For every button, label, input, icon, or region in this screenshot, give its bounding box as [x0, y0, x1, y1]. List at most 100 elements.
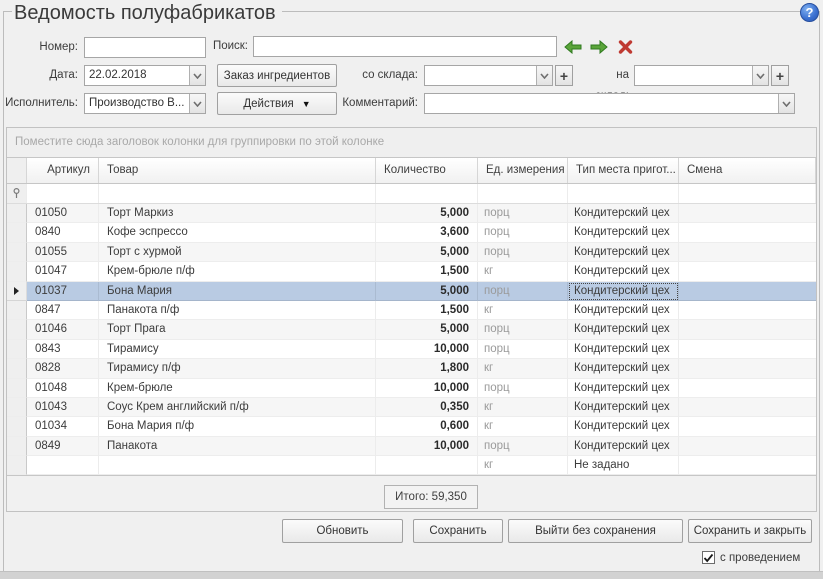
date-picker[interactable]: 22.02.2018	[84, 65, 206, 86]
cell-place-type[interactable]: Кондитерский цех	[568, 301, 679, 320]
cell-article[interactable]: 0828	[27, 359, 99, 378]
help-icon[interactable]: ?	[800, 3, 819, 22]
cell-unit[interactable]: порц	[478, 437, 568, 456]
cell-product[interactable]: Кофе эспрессо	[99, 223, 376, 242]
filter-cell-place-type[interactable]	[568, 184, 679, 203]
cell-article[interactable]: 01050	[27, 204, 99, 223]
order-ingredients-button[interactable]: Заказ ингредиентов	[217, 64, 337, 87]
cell-place-type[interactable]: Не задано	[568, 456, 679, 475]
column-header-quantity[interactable]: Количество	[376, 158, 478, 183]
table-row[interactable]: 01050Торт Маркиз5,000порцКондитерский це…	[7, 204, 816, 223]
cell-article[interactable]: 0849	[27, 437, 99, 456]
cell-shift[interactable]	[679, 417, 816, 436]
cell-unit[interactable]: порц	[478, 282, 568, 301]
table-row[interactable]: 01048Крем-брюле10,000порцКондитерский це…	[7, 379, 816, 398]
cell-product[interactable]: Торт с хурмой	[99, 243, 376, 262]
cell-quantity[interactable]: 1,800	[376, 359, 478, 378]
table-row[interactable]: 0828Тирамису п/ф1,800кгКондитерский цех	[7, 359, 816, 378]
from-store-select[interactable]	[424, 65, 553, 86]
table-row[interactable]: 01037Бона Мария5,000порцКондитерский цех	[7, 282, 816, 301]
cell-unit[interactable]: порц	[478, 340, 568, 359]
comment-select[interactable]	[424, 93, 795, 114]
cell-place-type[interactable]: Кондитерский цех	[568, 437, 679, 456]
refresh-button[interactable]: Обновить	[282, 519, 403, 543]
cell-article[interactable]: 01047	[27, 262, 99, 281]
cell-product[interactable]: Крем-брюле	[99, 379, 376, 398]
clear-search-icon[interactable]	[615, 38, 635, 55]
table-row[interactable]: 0847Панакота п/ф1,500кгКондитерский цех	[7, 301, 816, 320]
column-header-shift[interactable]: Смена	[679, 158, 816, 183]
search-next-arrow-icon[interactable]	[589, 38, 609, 55]
cell-shift[interactable]	[679, 204, 816, 223]
cell-place-type[interactable]: Кондитерский цех	[568, 320, 679, 339]
cell-article[interactable]	[27, 456, 99, 475]
cell-article[interactable]: 01048	[27, 379, 99, 398]
actions-button[interactable]: Действия ▼	[217, 92, 337, 115]
save-button[interactable]: Сохранить	[413, 519, 503, 543]
cell-unit[interactable]: порц	[478, 204, 568, 223]
cell-unit[interactable]: порц	[478, 320, 568, 339]
filter-cell-quantity[interactable]	[376, 184, 478, 203]
cell-place-type[interactable]: Кондитерский цех	[568, 359, 679, 378]
cell-article[interactable]: 0847	[27, 301, 99, 320]
cell-unit[interactable]: порц	[478, 379, 568, 398]
cell-place-type[interactable]: Кондитерский цех	[568, 243, 679, 262]
cell-unit[interactable]: кг	[478, 398, 568, 417]
cell-shift[interactable]	[679, 456, 816, 475]
cell-quantity[interactable]: 5,000	[376, 204, 478, 223]
cell-place-type[interactable]: Кондитерский цех	[568, 379, 679, 398]
column-header-product[interactable]: Товар	[99, 158, 376, 183]
cell-quantity[interactable]: 3,600	[376, 223, 478, 242]
add-to-store-button[interactable]: +	[771, 65, 789, 86]
cell-product[interactable]: Торт Маркиз	[99, 204, 376, 223]
cell-unit[interactable]: кг	[478, 301, 568, 320]
chevron-down-icon[interactable]	[189, 66, 205, 85]
cell-product[interactable]: Панакота	[99, 437, 376, 456]
cell-quantity[interactable]: 1,500	[376, 301, 478, 320]
cell-quantity[interactable]: 10,000	[376, 340, 478, 359]
cell-unit[interactable]: кг	[478, 262, 568, 281]
cell-quantity[interactable]: 5,000	[376, 282, 478, 301]
cell-shift[interactable]	[679, 301, 816, 320]
cell-shift[interactable]	[679, 223, 816, 242]
number-input[interactable]	[84, 37, 206, 58]
column-header-unit[interactable]: Ед. измерения	[478, 158, 568, 183]
cell-product[interactable]: Бона Мария	[99, 282, 376, 301]
chevron-down-icon[interactable]	[752, 66, 768, 85]
cell-quantity[interactable]: 1,500	[376, 262, 478, 281]
filter-cell-shift[interactable]	[679, 184, 816, 203]
search-input[interactable]	[253, 36, 557, 57]
save-and-close-button[interactable]: Сохранить и закрыть	[688, 519, 812, 543]
cell-quantity[interactable]: 0,600	[376, 417, 478, 436]
cell-unit[interactable]: кг	[478, 456, 568, 475]
cell-article[interactable]: 01046	[27, 320, 99, 339]
table-row[interactable]: 0843Тирамису10,000порцКондитерский цех	[7, 340, 816, 359]
cell-article[interactable]: 01034	[27, 417, 99, 436]
cell-shift[interactable]	[679, 262, 816, 281]
cell-shift[interactable]	[679, 437, 816, 456]
cell-quantity[interactable]	[376, 456, 478, 475]
cell-shift[interactable]	[679, 379, 816, 398]
cell-quantity[interactable]: 0,350	[376, 398, 478, 417]
cell-quantity[interactable]: 10,000	[376, 437, 478, 456]
table-row[interactable]: 0840Кофе эспрессо3,600порцКондитерский ц…	[7, 223, 816, 242]
cell-shift[interactable]	[679, 398, 816, 417]
search-prev-arrow-icon[interactable]	[563, 38, 583, 55]
cell-place-type[interactable]: Кондитерский цех	[568, 398, 679, 417]
group-by-panel[interactable]: Поместите сюда заголовок колонки для гру…	[7, 128, 816, 158]
cell-place-type[interactable]: Кондитерский цех	[568, 417, 679, 436]
cell-unit[interactable]: порц	[478, 243, 568, 262]
table-row[interactable]: 01034Бона Мария п/ф0,600кгКондитерский ц…	[7, 417, 816, 436]
cell-shift[interactable]	[679, 320, 816, 339]
table-row[interactable]: кгНе задано	[7, 456, 816, 475]
column-header-place-type[interactable]: Тип места пригот...	[568, 158, 679, 183]
cell-shift[interactable]	[679, 359, 816, 378]
cell-place-type[interactable]: Кондитерский цех	[568, 223, 679, 242]
filter-cell-unit[interactable]	[478, 184, 568, 203]
executor-select[interactable]: Производство В...	[84, 93, 206, 114]
column-header-article[interactable]: Артикул	[27, 158, 99, 183]
cell-shift[interactable]	[679, 340, 816, 359]
table-row[interactable]: 01043Соус Крем английский п/ф0,350кгКонд…	[7, 398, 816, 417]
exit-without-saving-button[interactable]: Выйти без сохранения	[508, 519, 683, 543]
cell-product[interactable]: Тирамису	[99, 340, 376, 359]
